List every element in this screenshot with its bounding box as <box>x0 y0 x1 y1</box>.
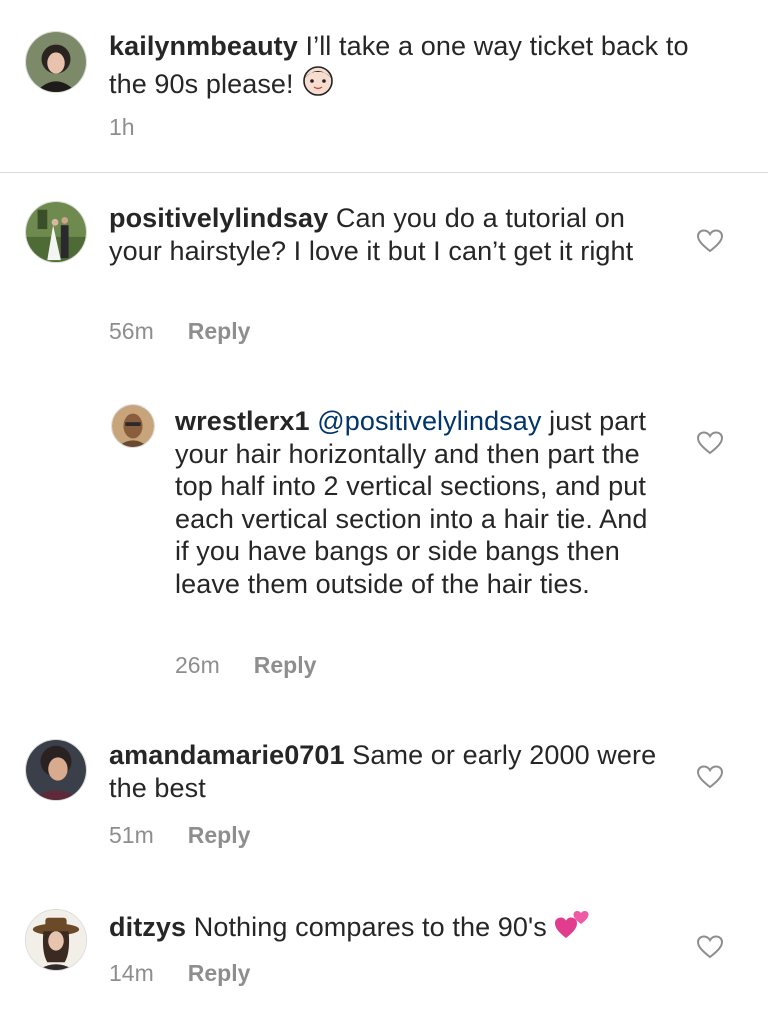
comment-username[interactable]: positivelylindsay <box>109 203 328 233</box>
divider <box>0 172 768 173</box>
comment-username[interactable]: kailynmbeauty <box>109 31 298 61</box>
avatar[interactable] <box>25 201 87 263</box>
reply-button[interactable]: Reply <box>188 318 251 345</box>
reply-button[interactable]: Reply <box>254 652 317 679</box>
heart-outline-icon[interactable] <box>697 431 723 455</box>
comment-username[interactable]: ditzys <box>109 912 186 942</box>
mention-link[interactable]: @positivelylindsay <box>317 406 541 436</box>
comment-timestamp: 1h <box>109 114 135 140</box>
comment-timestamp: 14m <box>109 960 154 986</box>
comment-timestamp: 56m <box>109 318 154 344</box>
comment-text: Nothing compares to the 90's <box>186 912 555 942</box>
avatar[interactable] <box>25 31 87 93</box>
avatar[interactable] <box>111 404 155 448</box>
two-hearts-emoji-icon <box>554 908 590 948</box>
reply-button[interactable]: Reply <box>188 822 251 849</box>
avatar[interactable] <box>25 739 87 801</box>
heart-outline-icon[interactable] <box>697 765 723 789</box>
avatar[interactable] <box>25 909 87 971</box>
girl-emoji-icon <box>301 63 335 105</box>
reply-button[interactable]: Reply <box>188 960 251 987</box>
heart-outline-icon[interactable] <box>697 935 723 959</box>
comment-username[interactable]: wrestlerx1 <box>175 406 310 436</box>
comment-username[interactable]: amandamarie0701 <box>109 740 345 770</box>
heart-outline-icon[interactable] <box>697 229 723 253</box>
comment-timestamp: 26m <box>175 652 220 678</box>
comment-timestamp: 51m <box>109 822 154 848</box>
